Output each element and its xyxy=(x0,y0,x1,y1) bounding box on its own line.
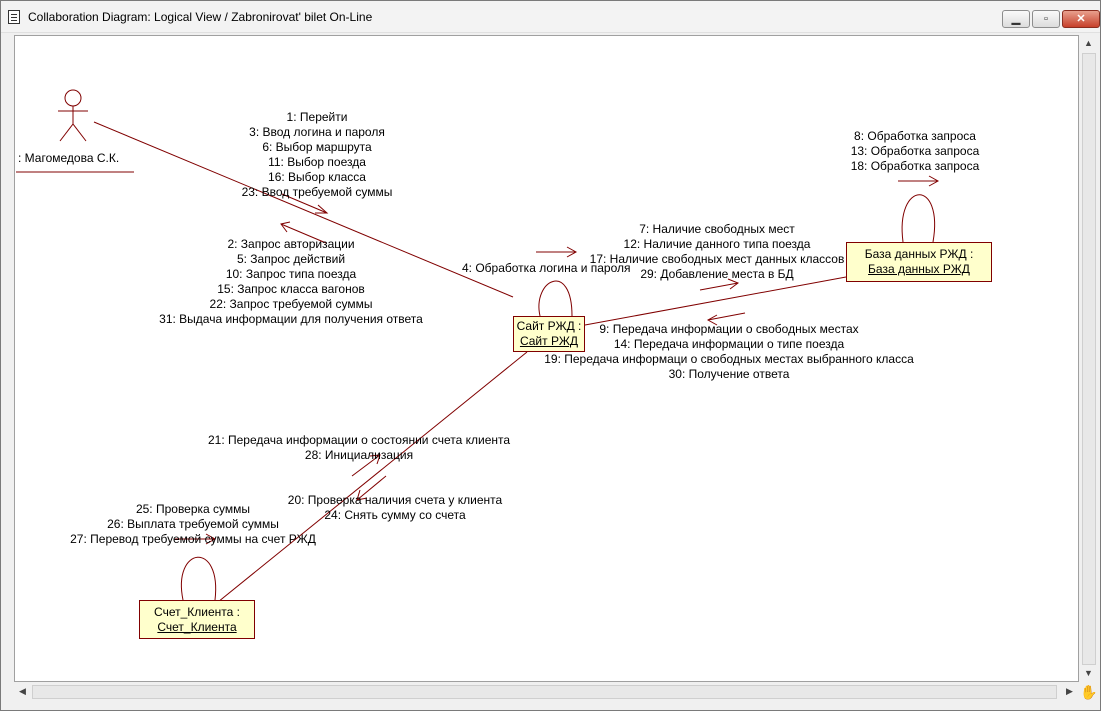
message-label: 23: Ввод требуемой суммы xyxy=(241,185,393,199)
message-label: 19: Передача информаци о свободных места… xyxy=(544,352,914,366)
message-label: 12: Наличие данного типа поезда xyxy=(623,237,811,251)
messages-site-to-db: 7: Наличие свободных мест 12: Наличие да… xyxy=(576,222,858,282)
object-account-name: Счет_Клиента : xyxy=(154,605,240,619)
site-self-loop[interactable] xyxy=(538,280,573,317)
account-self-loop[interactable] xyxy=(180,556,217,601)
message-label: 9: Передача информации о свободных места… xyxy=(599,322,859,336)
messages-actor-to-site: 1: Перейти 3: Ввод логина и пароля 6: Вы… xyxy=(229,110,405,200)
message-label: 18: Обработка запроса xyxy=(850,159,980,173)
message-label: 2: Запрос авторизации xyxy=(227,237,355,251)
message-label: 16: Выбор класса xyxy=(268,170,366,184)
message-label: 13: Обработка запроса xyxy=(850,144,980,158)
db-self-loop[interactable] xyxy=(901,194,935,243)
message-label: 17: Наличие свободных мест данных классо… xyxy=(589,252,845,266)
messages-site-to-actor: 2: Запрос авторизации 5: Запрос действий… xyxy=(145,237,437,327)
object-db[interactable]: База данных РЖД : База данных РЖД xyxy=(846,242,992,282)
messages-account-to-site: 21: Передача информации о состоянии счет… xyxy=(192,433,526,463)
message-label: 31: Выдача информации для получения отве… xyxy=(159,312,423,326)
message-label: 6: Выбор маршрута xyxy=(262,140,372,154)
messages-db-to-site: 9: Передача информации о свободных места… xyxy=(524,322,934,382)
link-site-db[interactable] xyxy=(584,276,847,326)
actor-name[interactable]: : Магомедова С.К. xyxy=(18,151,119,166)
message-label: 3: Ввод логина и пароля xyxy=(249,125,385,139)
message-label: 8: Обработка запроса xyxy=(854,129,976,143)
object-db-class: База данных РЖД xyxy=(868,262,970,276)
link-site-account[interactable] xyxy=(217,351,528,603)
message-label: 26: Выплата требуемой суммы xyxy=(107,517,279,531)
message-label: 15: Запрос класса вагонов xyxy=(217,282,365,296)
arrow-site-self xyxy=(536,246,578,258)
messages-db-self: 8: Обработка запроса 13: Обработка запро… xyxy=(840,129,990,174)
object-account[interactable]: Счет_Клиента : Счет_Клиента xyxy=(139,600,255,639)
message-label: 22: Запрос требуемой суммы xyxy=(209,297,373,311)
message-label: 29: Добавление места в БД xyxy=(640,267,794,281)
message-label: 1: Перейти xyxy=(286,110,348,124)
message-label: 30: Получение ответа xyxy=(668,367,790,381)
message-label: 7: Наличие свободных мест xyxy=(639,222,795,236)
message-label: 28: Инициализация xyxy=(304,448,414,462)
message-label: 5: Запрос действий xyxy=(236,252,346,266)
message-label: 10: Запрос типа поезда xyxy=(225,267,357,281)
actor-icon[interactable] xyxy=(58,89,88,142)
message-label: 11: Выбор поезда xyxy=(268,155,366,169)
message-label: 14: Передача информации о типе поезда xyxy=(613,337,845,351)
message-label: 21: Передача информации о состоянии счет… xyxy=(207,433,511,447)
message-label: 25: Проверка суммы xyxy=(135,502,251,516)
messages-account-self: 25: Проверка суммы 26: Выплата требуемой… xyxy=(54,502,332,547)
arrow-db-self xyxy=(898,175,940,187)
object-account-class: Счет_Клиента xyxy=(157,620,237,634)
message-label: 27: Перевод требуемой суммы на счет РЖД xyxy=(70,532,316,546)
object-db-name: База данных РЖД : xyxy=(864,247,974,261)
